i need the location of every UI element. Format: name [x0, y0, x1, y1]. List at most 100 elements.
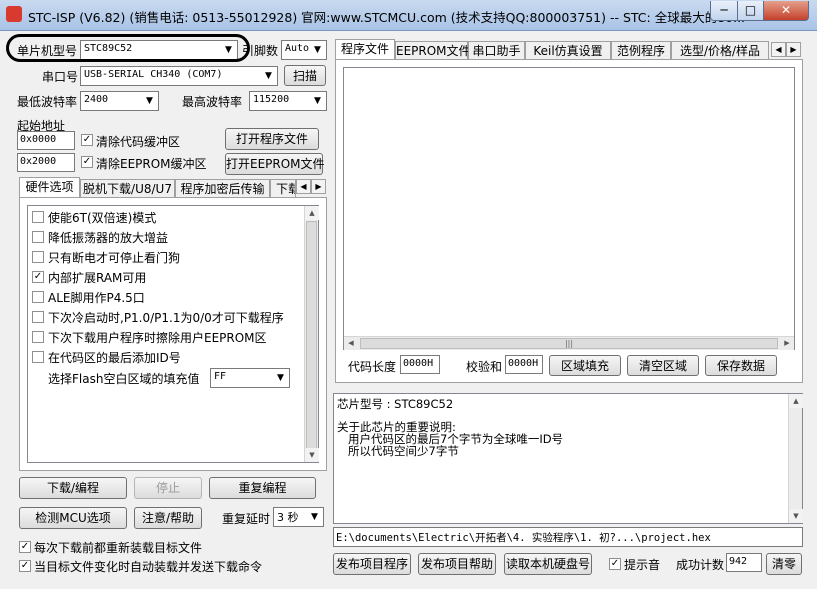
stop-button[interactable]: 停止 — [134, 477, 202, 499]
tab-scroll-right-icon[interactable]: ▶ — [786, 42, 801, 57]
success-count-value: 942 — [729, 556, 748, 567]
publish-help-button[interactable]: 发布项目帮助 — [418, 553, 496, 575]
port-label: 串口号 — [42, 70, 79, 84]
scroll-right-icon[interactable]: ▶ — [780, 337, 794, 350]
area-fill-button[interactable]: 区域填充 — [549, 355, 621, 376]
eeprom-address-input[interactable]: 0x2000 — [17, 153, 75, 172]
option-checkbox-ext-ram[interactable]: ✓ — [32, 271, 44, 283]
fill-value: FF — [214, 371, 227, 382]
check-mcu-button[interactable]: 检测MCU选项 — [19, 507, 127, 529]
clear-area-button[interactable]: 清空区域 — [627, 355, 699, 376]
clear-code-label: 清除代码缓冲区 — [96, 135, 181, 149]
code-address-value: 0x0000 — [20, 134, 57, 145]
clear-code-checkbox[interactable]: ✓ — [81, 134, 93, 146]
auto-reload-checkbox[interactable]: ✓ — [19, 560, 31, 572]
chevron-down-icon: ▼ — [265, 71, 272, 81]
scroll-down-icon[interactable]: ▼ — [789, 509, 803, 523]
tab-eeprom-file[interactable]: EEPROM文件 — [395, 41, 471, 60]
eeprom-address-value: 0x2000 — [20, 156, 57, 167]
option-checkbox-watchdog[interactable] — [32, 251, 44, 263]
success-count-field: 942 — [726, 553, 762, 572]
fill-value-label: 选择Flash空白区域的填充值 — [48, 372, 200, 386]
option-checkbox-ale[interactable] — [32, 291, 44, 303]
sound-label: 提示音 — [624, 558, 661, 572]
window-title: STC-ISP (V6.82) (销售电话: 0513-55012928) 官网… — [28, 10, 746, 25]
min-baud-select[interactable]: 2400 ▼ — [80, 91, 159, 111]
tab-encrypted-transfer[interactable]: 程序加密后传输 — [175, 179, 270, 198]
tab-serial-assistant[interactable]: 串口助手 — [468, 41, 525, 60]
pins-select[interactable]: Auto ▼ — [281, 40, 327, 60]
minimize-button[interactable]: ─ — [710, 1, 738, 21]
close-button[interactable]: ✕ — [763, 1, 809, 21]
min-baud-label: 最低波特率 — [17, 95, 78, 109]
info-scrollbar[interactable]: ▲ ▼ — [788, 394, 803, 523]
option-checkbox-6t[interactable] — [32, 211, 44, 223]
port-value: USB-SERIAL CH340 (COM7) — [84, 69, 223, 80]
delay-value: 3 秒 — [277, 511, 299, 524]
tab-hardware-options[interactable]: 硬件选项 — [19, 177, 80, 198]
publish-program-button[interactable]: 发布项目程序 — [333, 553, 411, 575]
tab-selection-price[interactable]: 选型/价格/样品 — [671, 41, 769, 60]
scroll-thumb[interactable] — [306, 221, 317, 451]
pins-label: 引脚数 — [242, 44, 279, 58]
clear-eeprom-checkbox[interactable]: ✓ — [81, 156, 93, 168]
tab-download[interactable]: 下载 — [270, 179, 296, 198]
checksum-field: 0000H — [505, 355, 543, 374]
info-note-line: 所以代码空间少7字节 — [348, 444, 459, 458]
sound-checkbox[interactable]: ✓ — [609, 558, 621, 570]
chevron-down-icon: ▼ — [146, 96, 153, 106]
maximize-button[interactable]: □ — [737, 1, 764, 21]
read-disk-id-button[interactable]: 读取本机硬盘号 — [504, 553, 592, 575]
tab-keil-settings[interactable]: Keil仿真设置 — [525, 41, 611, 60]
chevron-down-icon: ▼ — [314, 45, 321, 55]
save-data-button[interactable]: 保存数据 — [705, 355, 777, 376]
option-checkbox-cold-start[interactable] — [32, 311, 44, 323]
tab-offline-download[interactable]: 脱机下载/U8/U7 — [80, 179, 175, 198]
scroll-left-icon[interactable]: ◀ — [344, 337, 358, 350]
delay-label: 重复延时 — [222, 512, 271, 526]
scroll-thumb[interactable]: ||| — [360, 338, 778, 349]
code-address-input[interactable]: 0x0000 — [17, 131, 75, 150]
fill-value-select[interactable]: FF ▼ — [210, 368, 290, 388]
reprogram-button[interactable]: 重复编程 — [209, 477, 316, 499]
delay-select[interactable]: 3 秒 ▼ — [273, 507, 324, 527]
reload-before-download-label: 每次下载前都重新装载目标文件 — [34, 541, 203, 555]
min-baud-value: 2400 — [84, 94, 109, 105]
code-length-label: 代码长度 — [348, 360, 397, 374]
hex-horizontal-scrollbar[interactable]: ◀ ||| ▶ — [344, 336, 794, 350]
highlight-annotation — [6, 34, 250, 62]
file-path-value: E:\documents\Electric\开拓者\4. 实验程序\1. 初?.… — [336, 532, 711, 544]
hex-view[interactable] — [343, 67, 795, 350]
tab-scroll-right-icon[interactable]: ▶ — [311, 179, 326, 194]
file-path-field[interactable]: E:\documents\Electric\开拓者\4. 实验程序\1. 初?.… — [333, 527, 803, 547]
max-baud-select[interactable]: 115200 ▼ — [249, 91, 327, 111]
success-count-label: 成功计数 — [676, 558, 725, 572]
auto-reload-label: 当目标文件变化时自动装载并发送下载命令 — [34, 560, 263, 574]
option-label: 内部扩展RAM可用 — [48, 271, 147, 285]
option-checkbox-erase-eeprom[interactable] — [32, 331, 44, 343]
scroll-down-icon[interactable]: ▼ — [305, 448, 319, 462]
open-eeprom-button[interactable]: 打开EEPROM文件 — [225, 153, 325, 175]
code-length-field: 0000H — [400, 355, 440, 374]
open-program-button[interactable]: 打开程序文件 — [225, 128, 319, 150]
scan-button[interactable]: 扫描 — [284, 65, 326, 86]
option-label: 降低振荡器的放大增益 — [48, 231, 169, 245]
download-button[interactable]: 下载/编程 — [19, 477, 127, 499]
tab-program-file[interactable]: 程序文件 — [335, 39, 395, 60]
options-scrollbar[interactable]: ▲ ▼ — [304, 206, 319, 462]
max-baud-value: 115200 — [253, 94, 290, 105]
option-label: ALE脚用作P4.5口 — [48, 291, 145, 305]
scroll-up-icon[interactable]: ▲ — [305, 206, 319, 220]
clear-eeprom-label: 清除EEPROM缓冲区 — [96, 157, 207, 171]
tab-scroll-left-icon[interactable]: ◀ — [771, 42, 786, 57]
port-select[interactable]: USB-SERIAL CH340 (COM7) ▼ — [80, 66, 278, 86]
tab-scroll-left-icon[interactable]: ◀ — [296, 179, 311, 194]
option-checkbox-gain[interactable] — [32, 231, 44, 243]
tab-examples[interactable]: 范例程序 — [611, 41, 671, 60]
scroll-up-icon[interactable]: ▲ — [789, 394, 803, 408]
reload-before-download-checkbox[interactable]: ✓ — [19, 541, 31, 553]
help-button[interactable]: 注意/帮助 — [134, 507, 202, 529]
option-label: 使能6T(双倍速)模式 — [48, 211, 157, 225]
option-checkbox-add-id[interactable] — [32, 351, 44, 363]
clear-count-button[interactable]: 清零 — [766, 553, 802, 575]
